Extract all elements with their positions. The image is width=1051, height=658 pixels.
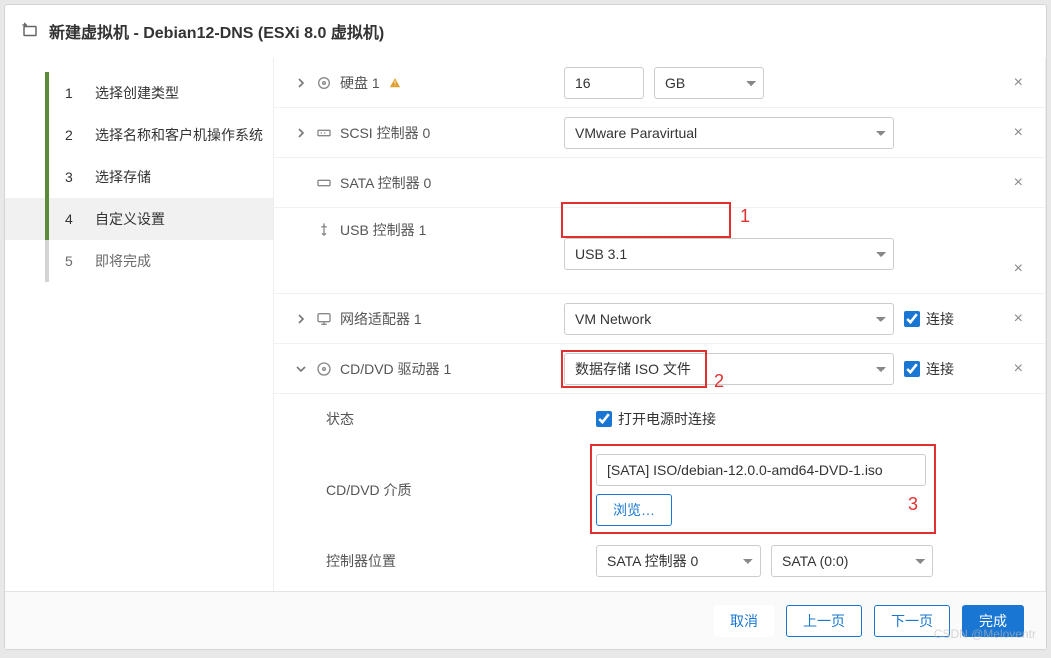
- browse-button[interactable]: 浏览…: [596, 494, 672, 526]
- remove-usb-icon[interactable]: ×: [1014, 260, 1023, 278]
- annotation-number-3: 3: [908, 494, 918, 515]
- annotation-number-1: 1: [740, 206, 750, 227]
- scsi-label: SCSI 控制器 0: [340, 123, 430, 143]
- remove-disk-icon[interactable]: ×: [1014, 74, 1023, 92]
- step-number: 5: [65, 253, 73, 269]
- usb-type-select[interactable]: USB 3.1: [564, 238, 894, 270]
- row-usb: . USB 控制器 1 USB 3.1 1 ×: [274, 208, 1045, 294]
- finish-button[interactable]: 完成: [962, 605, 1024, 637]
- remove-scsi-icon[interactable]: ×: [1014, 124, 1023, 142]
- back-button[interactable]: 上一页: [786, 605, 862, 637]
- cddvd-label: CD/DVD 驱动器 1: [340, 359, 451, 379]
- sata-label: SATA 控制器 0: [340, 173, 431, 193]
- dialog-title: 新建虚拟机 - Debian12-DNS (ESXi 8.0 虚拟机): [49, 19, 384, 43]
- warning-icon: [388, 76, 402, 90]
- step-label: 选择创建类型: [95, 83, 179, 103]
- ctrl-node-select[interactable]: SATA (0:0): [771, 545, 933, 577]
- annotation-box-1: [561, 202, 731, 238]
- power-on-connect-checkbox[interactable]: 打开电源时连接: [596, 409, 716, 429]
- remove-network-icon[interactable]: ×: [1014, 310, 1023, 328]
- row-media: CD/DVD 介质 浏览… 3: [274, 444, 1045, 536]
- next-button[interactable]: 下一页: [874, 605, 950, 637]
- step-label: 选择存储: [95, 167, 151, 187]
- cddvd-icon: [316, 361, 332, 377]
- wizard-step-5[interactable]: 5 即将完成: [5, 240, 273, 282]
- controller-icon: [316, 125, 332, 141]
- row-controller-location: 控制器位置 SATA 控制器 0 SATA (0:0): [274, 536, 1045, 586]
- ctrl-loc-label: 控制器位置: [326, 551, 396, 571]
- row-gpu: 显卡 默认设置: [274, 586, 1045, 591]
- media-label: CD/DVD 介质: [326, 480, 412, 500]
- network-label: 网络适配器 1: [340, 309, 422, 329]
- remove-sata-icon[interactable]: ×: [1014, 174, 1023, 192]
- controller-icon: [316, 175, 332, 191]
- disk-icon: [316, 75, 332, 91]
- wizard-step-2[interactable]: 2 选择名称和客户机操作系统: [5, 114, 273, 156]
- chevron-right-icon[interactable]: [294, 78, 308, 88]
- disk-label: 硬盘 1: [340, 73, 380, 93]
- new-vm-icon: [21, 22, 39, 40]
- step-number: 2: [65, 127, 73, 143]
- row-disk: 硬盘 1 GB ×: [274, 58, 1045, 108]
- network-select[interactable]: VM Network: [564, 303, 894, 335]
- step-number: 1: [65, 85, 73, 101]
- step-number: 4: [65, 211, 73, 227]
- wizard-step-1[interactable]: 1 选择创建类型: [5, 72, 273, 114]
- step-number: 3: [65, 169, 73, 185]
- dialog-header: 新建虚拟机 - Debian12-DNS (ESXi 8.0 虚拟机): [5, 5, 1046, 58]
- usb-label: USB 控制器 1: [340, 220, 426, 240]
- settings-panel: 硬盘 1 GB × SCSI 控制器 0: [273, 58, 1046, 591]
- step-label: 自定义设置: [95, 209, 165, 229]
- row-scsi: SCSI 控制器 0 VMware Paravirtual ×: [274, 108, 1045, 158]
- chevron-right-icon[interactable]: [294, 314, 308, 324]
- disk-unit-select[interactable]: GB: [654, 67, 764, 99]
- row-network: 网络适配器 1 VM Network 连接 ×: [274, 294, 1045, 344]
- wizard-step-4[interactable]: 4 自定义设置: [5, 198, 273, 240]
- row-cddvd: CD/DVD 驱动器 1 数据存储 ISO 文件 连接 2 ×: [274, 344, 1045, 394]
- row-status: 状态 打开电源时连接: [274, 394, 1045, 444]
- ctrl-bus-select[interactable]: SATA 控制器 0: [596, 545, 761, 577]
- usb-icon: [316, 222, 332, 238]
- iso-path-input[interactable]: [596, 454, 926, 486]
- cddvd-connect-checkbox[interactable]: 连接: [904, 359, 954, 379]
- chevron-down-icon[interactable]: [294, 364, 308, 374]
- step-label: 即将完成: [95, 251, 151, 271]
- chevron-right-icon[interactable]: [294, 128, 308, 138]
- network-icon: [316, 311, 332, 327]
- status-label: 状态: [326, 409, 354, 429]
- scsi-type-select[interactable]: VMware Paravirtual: [564, 117, 894, 149]
- step-label: 选择名称和客户机操作系统: [95, 125, 263, 145]
- disk-size-input[interactable]: [564, 67, 644, 99]
- cancel-button[interactable]: 取消: [714, 605, 774, 637]
- remove-cddvd-icon[interactable]: ×: [1014, 360, 1023, 378]
- dialog-footer: 取消 上一页 下一页 完成: [5, 591, 1046, 649]
- row-sata: . SATA 控制器 0 ×: [274, 158, 1045, 208]
- network-connect-checkbox[interactable]: 连接: [904, 309, 954, 329]
- wizard-step-3[interactable]: 3 选择存储: [5, 156, 273, 198]
- cddvd-source-select[interactable]: 数据存储 ISO 文件: [564, 353, 894, 385]
- wizard-steps: 1 选择创建类型 2 选择名称和客户机操作系统 3 选择存储 4 自定义设置 5 即将完成: [5, 58, 273, 591]
